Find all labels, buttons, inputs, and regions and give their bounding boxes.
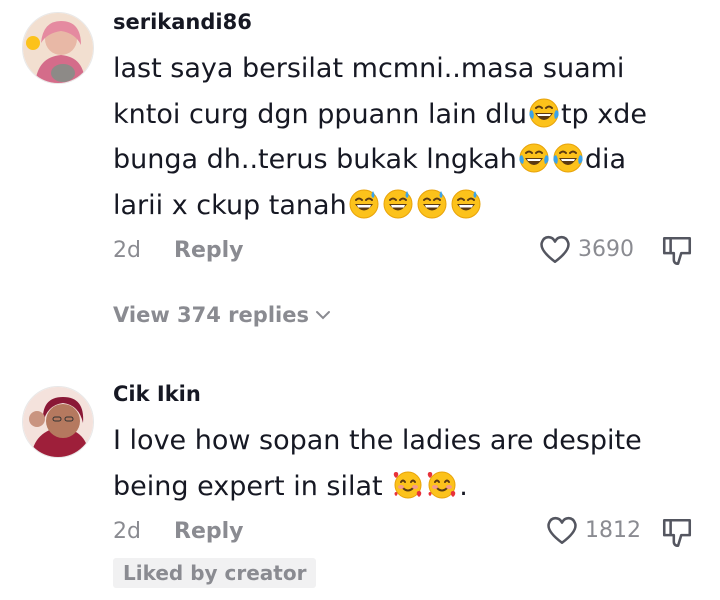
comment-line: larii x ckup tanah: [113, 183, 693, 229]
comment-line: I love how sopan the ladies are despite: [113, 425, 642, 456]
avatar[interactable]: [22, 12, 94, 84]
reply-button[interactable]: Reply: [174, 238, 244, 263]
like-button[interactable]: 1812: [545, 513, 641, 547]
liked-by-creator-badge: Liked by creator: [113, 558, 317, 588]
like-button[interactable]: 3690: [538, 232, 634, 266]
face-with-tears-of-joy-emoji: [552, 142, 584, 174]
heart-icon: [538, 232, 572, 266]
comment-1: serikandi86 last saya bersilat mcmni..ma…: [0, 0, 720, 340]
timestamp: 2d: [113, 238, 141, 263]
view-replies-button[interactable]: View 374 replies: [113, 303, 331, 327]
smiling-face-with-hearts-emoji: [392, 469, 424, 501]
dislike-icon[interactable]: [660, 234, 694, 268]
username[interactable]: Cik Ikin: [113, 382, 201, 406]
view-replies-label: View 374 replies: [113, 303, 309, 327]
grinning-sweat-emoji: [382, 188, 414, 220]
reply-button[interactable]: Reply: [174, 519, 244, 544]
avatar[interactable]: [22, 386, 94, 458]
like-count: 1812: [585, 517, 641, 543]
comment-text: last saya bersilat mcmni..masa suami knt…: [113, 46, 693, 228]
timestamp: 2d: [113, 519, 141, 544]
comment-line: kntoi curg dgn ppuann lain dlu tp xde: [113, 97, 647, 130]
username[interactable]: serikandi86: [113, 10, 252, 34]
smiling-face-with-hearts-emoji: [426, 469, 458, 501]
face-with-tears-of-joy-emoji: [518, 142, 550, 174]
grinning-sweat-emoji: [348, 188, 380, 220]
comment-line: bunga dh..terus bukak lngkah dia: [113, 142, 627, 175]
comment-line: last saya bersilat mcmni..masa suami: [113, 53, 625, 84]
comment-line: being expert in silat .: [113, 469, 468, 502]
chevron-down-icon: [315, 311, 330, 320]
grinning-sweat-emoji: [450, 188, 482, 220]
comment-text: I love how sopan the ladies are despite …: [113, 418, 693, 509]
dislike-icon[interactable]: [660, 516, 694, 550]
face-with-tears-of-joy-emoji: [528, 97, 560, 129]
comment-2: Cik Ikin I love how sopan the ladies are…: [0, 370, 720, 600]
grinning-sweat-emoji: [416, 188, 448, 220]
like-count: 3690: [578, 236, 634, 262]
heart-icon: [545, 513, 579, 547]
